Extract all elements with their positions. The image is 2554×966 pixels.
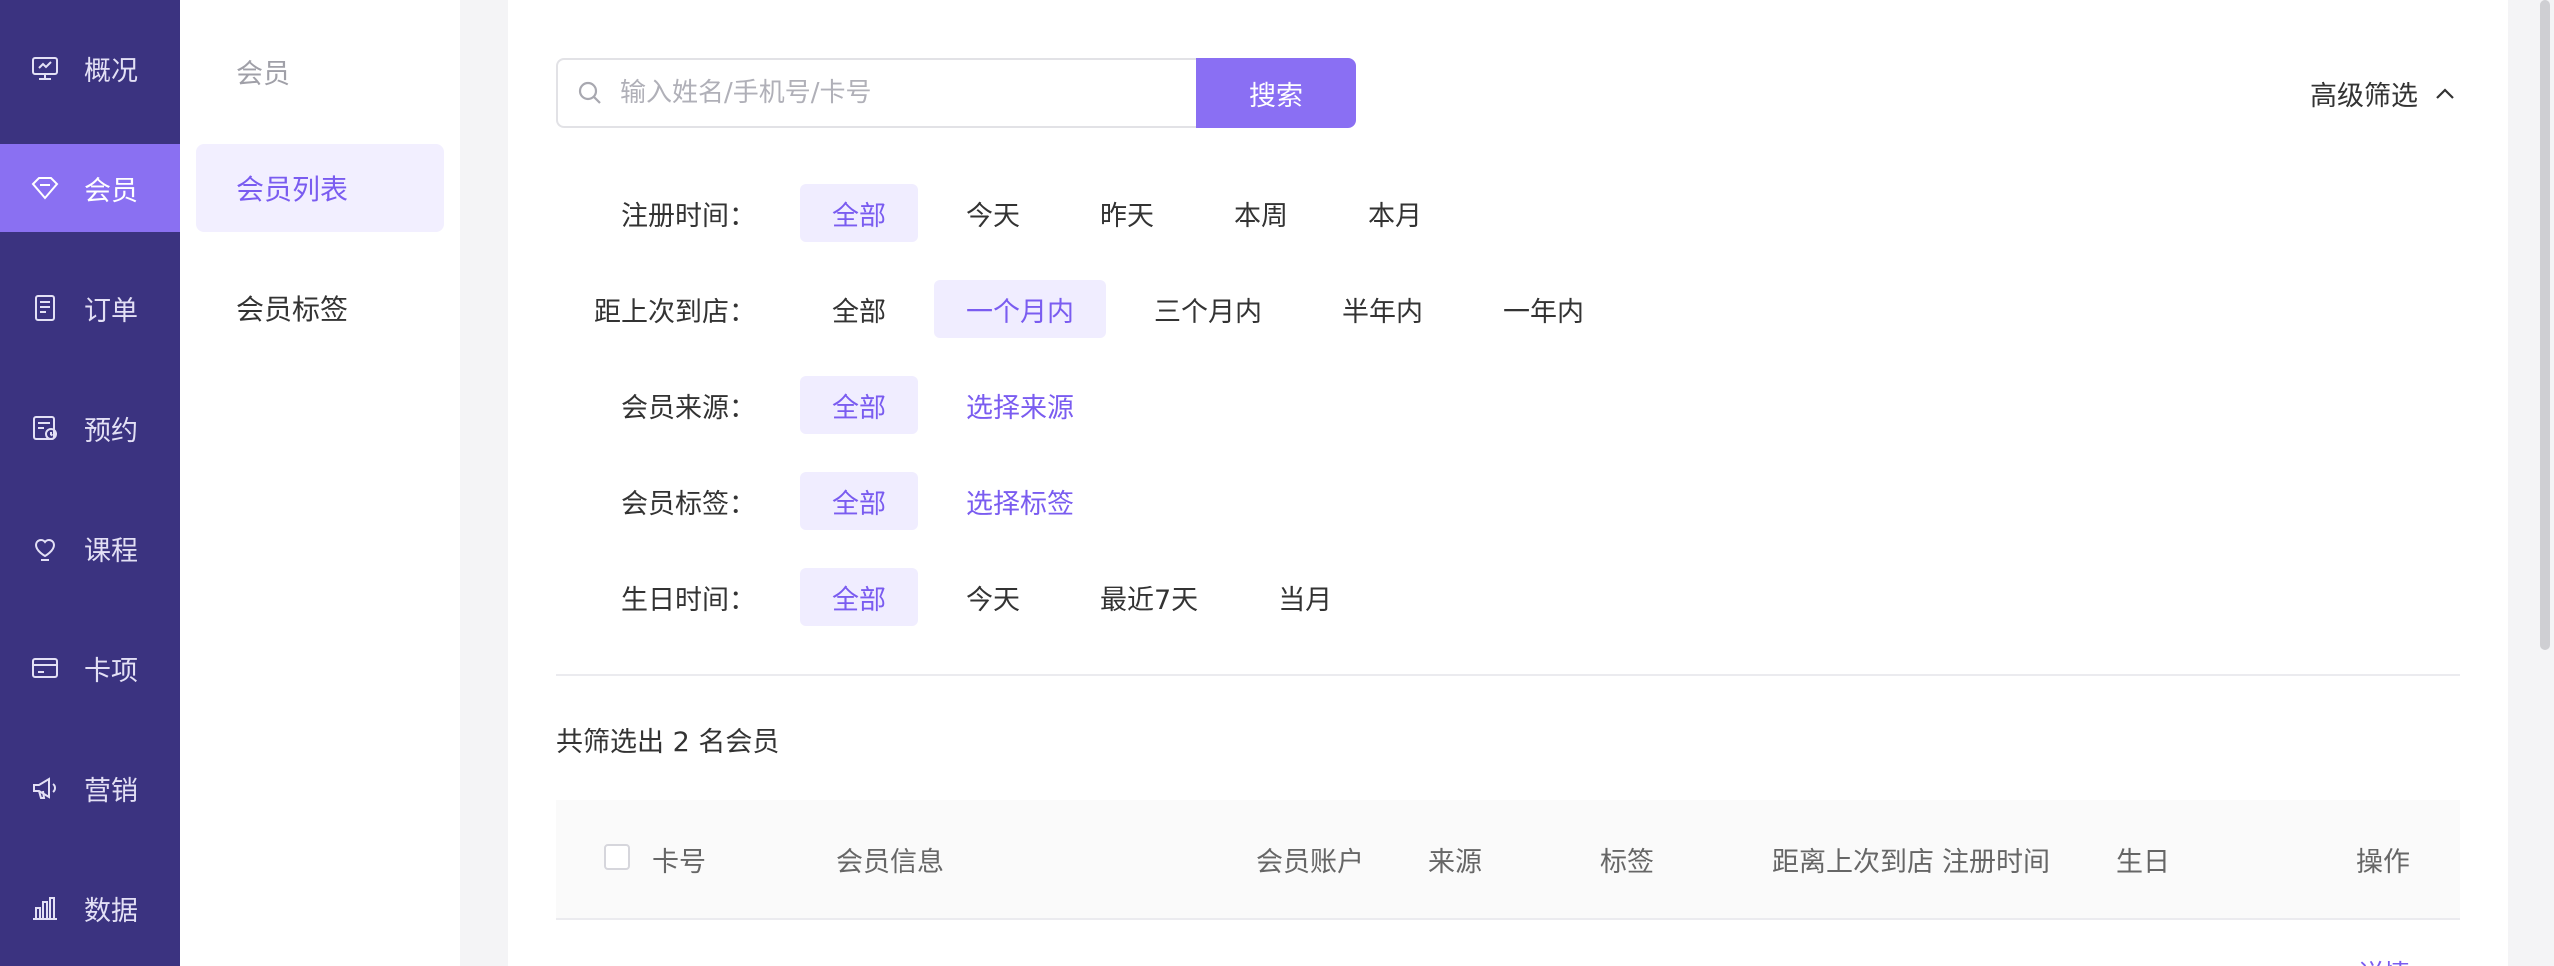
column-header-actions: 操作 xyxy=(2356,846,2410,878)
column-header-register-time: 注册时间 xyxy=(1942,846,2050,878)
result-count: 共筛选出 2 名会员 xyxy=(556,727,780,758)
filter-row-member-source: 会员来源： 全部 选择来源 xyxy=(556,376,1122,434)
filter-option-today[interactable]: 今天 xyxy=(934,568,1052,626)
select-all-checkbox[interactable] xyxy=(604,844,630,870)
subnav-group-title: 会员 xyxy=(236,59,290,90)
filter-label: 会员来源： xyxy=(621,392,756,424)
nav-item-orders[interactable]: 订单 xyxy=(0,264,180,352)
column-header-account: 会员账户 xyxy=(1256,846,1364,878)
diamond-icon xyxy=(26,169,64,207)
nav-item-cards[interactable]: 卡项 xyxy=(0,624,180,712)
column-header-source: 来源 xyxy=(1428,846,1482,878)
nav-item-data[interactable]: 数据 xyxy=(0,864,180,952)
nav-item-members[interactable]: 会员 xyxy=(0,144,180,232)
filter-option-within-1-year[interactable]: 一年内 xyxy=(1471,280,1616,338)
filter-label: 注册时间： xyxy=(621,200,756,232)
megaphone-icon xyxy=(26,769,64,807)
select-source-link[interactable]: 选择来源 xyxy=(934,376,1106,434)
filter-option-last-7-days[interactable]: 最近7天 xyxy=(1068,568,1230,626)
subnav-label: 会员标签 xyxy=(236,293,349,326)
select-tags-link[interactable]: 选择标签 xyxy=(934,472,1106,530)
filter-option-within-3-months[interactable]: 三个月内 xyxy=(1122,280,1294,338)
search-field xyxy=(556,58,1200,128)
advanced-filter-label: 高级筛选 xyxy=(2310,81,2418,112)
nav-label: 会员 xyxy=(84,175,138,207)
chevron-up-icon xyxy=(2436,87,2454,99)
nav-label: 数据 xyxy=(84,895,138,927)
advanced-filter-toggle[interactable]: 高级筛选 xyxy=(2310,74,2458,113)
nav-label: 概况 xyxy=(84,55,138,87)
app-root: 概况 会员 订单 预约 课程 卡项 营销 数据 会员 会员列表 会员标签 输入姓… xyxy=(0,0,2554,966)
filter-option-within-1-month[interactable]: 一个月内 xyxy=(934,280,1106,338)
table-header: 卡号 会员信息 会员账户 来源 标签 距离上次到店 注册时间 生日 操作 xyxy=(556,800,2460,920)
column-header-card-no: 卡号 xyxy=(652,846,706,878)
nav-item-marketing[interactable]: 营销 xyxy=(0,744,180,832)
search-button[interactable]: 搜索 xyxy=(1196,58,1356,128)
filter-row-register-time: 注册时间： 全部 今天 昨天 本周 本月 xyxy=(556,184,1470,242)
filter-label: 生日时间： xyxy=(621,584,756,616)
column-header-member-info: 会员信息 xyxy=(836,846,944,878)
nav-label: 订单 xyxy=(84,295,138,327)
filter-row-last-visit: 距上次到店： 全部 一个月内 三个月内 半年内 一年内 xyxy=(556,280,1632,338)
nav-item-courses[interactable]: 课程 xyxy=(0,504,180,592)
filter-option-all[interactable]: 全部 xyxy=(800,568,918,626)
bar-chart-icon xyxy=(26,889,64,927)
column-header-tags: 标签 xyxy=(1600,846,1654,878)
subnav-item-member-tags[interactable]: 会员标签 xyxy=(196,264,444,352)
filter-row-birthday: 生日时间： 全部 今天 最近7天 当月 xyxy=(556,568,1380,626)
primary-sidebar: 概况 会员 订单 预约 课程 卡项 营销 数据 xyxy=(0,0,180,966)
row-detail-link[interactable]: 详情 xyxy=(2358,954,2410,966)
search-icon xyxy=(576,79,604,107)
filter-option-this-month[interactable]: 当月 xyxy=(1246,568,1364,626)
nav-item-overview[interactable]: 概况 xyxy=(0,24,180,112)
filter-option-all[interactable]: 全部 xyxy=(800,472,918,530)
secondary-sidebar: 会员 会员列表 会员标签 xyxy=(180,0,460,966)
subnav-label: 会员列表 xyxy=(236,173,349,206)
filter-option-yesterday[interactable]: 昨天 xyxy=(1068,184,1186,242)
filter-option-all[interactable]: 全部 xyxy=(800,280,918,338)
vertical-scrollbar[interactable] xyxy=(2540,0,2550,650)
column-header-birthday: 生日 xyxy=(2116,846,2170,878)
filter-label: 距上次到店： xyxy=(594,296,756,328)
nav-label: 卡项 xyxy=(84,655,138,687)
nav-label: 预约 xyxy=(84,415,138,447)
receipt-icon xyxy=(26,289,64,327)
filter-option-this-month[interactable]: 本月 xyxy=(1336,184,1454,242)
heart-hand-icon xyxy=(26,529,64,567)
divider xyxy=(556,674,2460,676)
search-input[interactable] xyxy=(618,77,1200,109)
filter-label: 会员标签： xyxy=(621,488,756,520)
filter-option-all[interactable]: 全部 xyxy=(800,376,918,434)
nav-item-appointments[interactable]: 预约 xyxy=(0,384,180,472)
subnav-item-member-list[interactable]: 会员列表 xyxy=(196,144,444,232)
card-icon xyxy=(26,649,64,687)
column-header-last-visit: 距离上次到店 xyxy=(1772,846,1934,878)
monitor-icon xyxy=(26,49,64,87)
filter-option-all[interactable]: 全部 xyxy=(800,184,918,242)
filter-option-today[interactable]: 今天 xyxy=(934,184,1052,242)
filter-option-within-half-year[interactable]: 半年内 xyxy=(1310,280,1455,338)
nav-label: 课程 xyxy=(84,535,138,567)
calendar-clock-icon xyxy=(26,409,64,447)
nav-label: 营销 xyxy=(84,775,138,807)
filter-option-this-week[interactable]: 本周 xyxy=(1202,184,1320,242)
filter-row-member-tags: 会员标签： 全部 选择标签 xyxy=(556,472,1122,530)
